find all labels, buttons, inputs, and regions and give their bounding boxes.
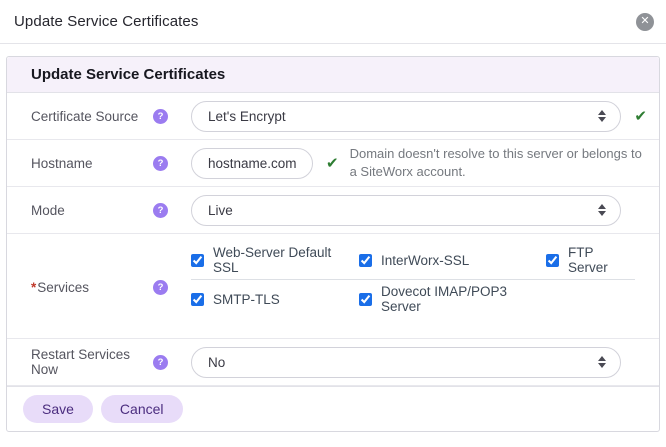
restart-services-row: Restart Services Now ? No — [7, 339, 659, 386]
service-option-dovecot-imap-pop3[interactable]: Dovecot IMAP/POP3 Server — [359, 284, 546, 314]
select-arrows-icon — [598, 110, 607, 122]
service-option-smtp-tls[interactable]: SMTP-TLS — [191, 289, 359, 309]
valid-check-icon: ✔ — [634, 108, 647, 125]
hostname-input[interactable] — [191, 147, 313, 179]
service-checkbox-web-server-default-ssl[interactable] — [191, 253, 204, 267]
required-marker: * — [31, 280, 37, 295]
panel-header-title: Update Service Certificates — [7, 57, 659, 93]
hostname-control: ✔ Domain doesn't resolve to this server … — [191, 145, 659, 181]
update-service-certificates-panel: Update Service Certificates Certificate … — [6, 56, 660, 432]
service-checkbox-label: InterWorx-SSL — [381, 252, 470, 268]
cancel-button[interactable]: Cancel — [100, 395, 183, 423]
help-icon[interactable]: ? — [153, 202, 168, 218]
help-icon[interactable]: ? — [153, 280, 168, 295]
help-icon[interactable]: ? — [153, 155, 168, 171]
services-row-divider — [191, 279, 635, 280]
service-checkbox-label: Dovecot IMAP/POP3 Server — [381, 284, 508, 314]
certificate-source-select[interactable]: Let's Encrypt — [191, 100, 622, 132]
mode-row: Mode ? Live — [7, 187, 659, 234]
mode-label: Mode — [31, 202, 65, 218]
hostname-label: Hostname — [31, 155, 93, 171]
service-checkbox-dovecot-imap-pop3[interactable] — [359, 292, 372, 306]
dialog-titlebar: Update Service Certificates ✕ — [0, 0, 666, 44]
service-option-web-server-default-ssl[interactable]: Web-Server Default SSL — [191, 245, 359, 275]
restart-services-control: No — [191, 346, 659, 378]
save-button[interactable]: Save — [23, 395, 93, 423]
panel-footer: Save Cancel — [7, 386, 659, 431]
hostname-row: Hostname ? ✔ Domain doesn't resolve to t… — [7, 140, 659, 187]
help-icon[interactable]: ? — [153, 354, 168, 370]
mode-control: Live — [191, 194, 659, 226]
certificate-source-control: Let's Encrypt ✔ — [191, 100, 659, 132]
select-arrows-icon — [598, 204, 606, 216]
certificate-source-row: Certificate Source ? Let's Encrypt ✔ — [7, 93, 659, 140]
services-row: *Services ? Web-Server Default SSL Inter… — [7, 234, 659, 339]
mode-value: Live — [208, 202, 233, 218]
select-arrows-icon — [598, 356, 606, 368]
dialog-title: Update Service Certificates — [14, 13, 199, 30]
service-checkbox-label: FTP Server — [568, 245, 608, 275]
hostname-hint-text: Domain doesn't resolve to this server or… — [349, 145, 642, 179]
services-label: *Services — [31, 280, 153, 295]
valid-check-icon: ✔ — [326, 155, 339, 172]
close-icon[interactable]: ✕ — [636, 12, 654, 31]
restart-services-value: No — [208, 354, 226, 370]
certificate-source-value: Let's Encrypt — [208, 108, 286, 124]
certificate-source-label: Certificate Source — [31, 108, 139, 124]
services-checkbox-grid: Web-Server Default SSL InterWorx-SSL FTP… — [191, 245, 635, 314]
service-checkbox-smtp-tls[interactable] — [191, 292, 204, 306]
service-option-ftp-server[interactable]: FTP Server — [546, 245, 635, 275]
mode-select[interactable]: Live — [191, 194, 621, 226]
service-checkbox-label: Web-Server Default SSL — [213, 245, 332, 275]
service-option-interworx-ssl[interactable]: InterWorx-SSL — [359, 250, 546, 270]
help-icon[interactable]: ? — [153, 108, 168, 124]
restart-services-label: Restart Services Now — [31, 347, 131, 377]
service-checkbox-ftp-server[interactable] — [546, 253, 559, 267]
services-label-text: Services — [37, 280, 90, 295]
service-checkbox-interworx-ssl[interactable] — [359, 253, 372, 267]
restart-services-select[interactable]: No — [191, 346, 621, 378]
service-checkbox-label: SMTP-TLS — [213, 291, 280, 307]
